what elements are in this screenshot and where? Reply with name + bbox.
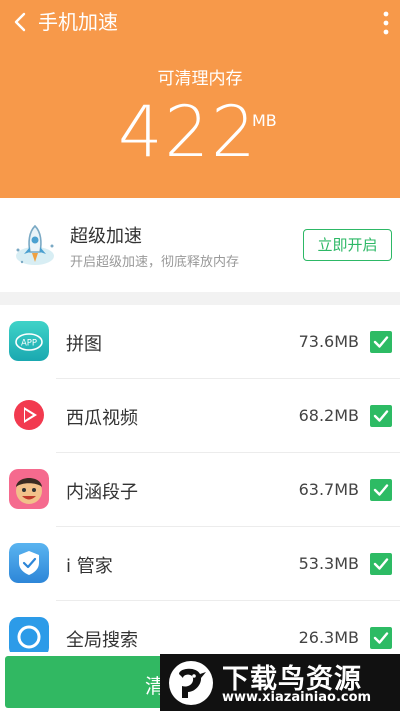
enable-boost-button[interactable]: 立即开启 <box>303 229 392 261</box>
app-name: i 管家 <box>66 556 113 577</box>
app-size: 63.7MB <box>298 480 359 499</box>
app-name: 拼图 <box>66 334 102 355</box>
memory-value: 422 <box>118 91 258 173</box>
watermark: 下载鸟资源 www.xiazainiao.com <box>160 654 400 711</box>
checkbox-checked-icon[interactable] <box>370 627 392 649</box>
app-list: APP 拼图 73.6MB 西瓜视频 68.2MB 内涵段子 63.7MB i … <box>0 305 400 711</box>
global-search-icon <box>9 617 49 657</box>
boost-description: 开启超级加速，彻底释放内存 <box>70 255 240 270</box>
bird-logo-icon <box>169 661 213 705</box>
memory-unit: MB <box>252 111 277 130</box>
checkbox-checked-icon[interactable] <box>370 553 392 575</box>
list-item[interactable]: 内涵段子 63.7MB <box>0 453 400 527</box>
app-name: 全局搜索 <box>66 630 138 651</box>
super-boost-card: 超级加速 开启超级加速，彻底释放内存 立即开启 <box>0 198 400 292</box>
list-item[interactable]: 西瓜视频 68.2MB <box>0 379 400 453</box>
watermark-url: www.xiazainiao.com <box>222 690 372 705</box>
app-size: 73.6MB <box>298 332 359 351</box>
shield-check-icon <box>9 543 49 583</box>
app-name: 内涵段子 <box>66 482 138 503</box>
list-item[interactable]: i 管家 53.3MB <box>0 527 400 601</box>
back-arrow-icon[interactable] <box>10 11 32 33</box>
more-menu-icon[interactable] <box>382 10 390 36</box>
rocket-icon <box>16 224 54 265</box>
app-size: 68.2MB <box>298 406 359 425</box>
checkbox-checked-icon[interactable] <box>370 405 392 427</box>
app-puzzle-icon: APP <box>9 321 49 361</box>
xigua-video-icon <box>9 395 49 435</box>
header: 手机加速 可清理内存 422 MB <box>0 0 400 198</box>
app-size: 53.3MB <box>298 554 359 573</box>
app-size: 26.3MB <box>298 628 359 647</box>
list-item[interactable]: APP 拼图 73.6MB <box>0 305 400 379</box>
memory-label: 可清理内存 <box>157 69 243 89</box>
page-title: 手机加速 <box>38 10 118 34</box>
checkbox-checked-icon[interactable] <box>370 479 392 501</box>
checkbox-checked-icon[interactable] <box>370 331 392 353</box>
boost-title: 超级加速 <box>70 226 142 247</box>
neihan-icon <box>9 469 49 509</box>
svg-text:APP: APP <box>21 339 37 349</box>
app-name: 西瓜视频 <box>66 408 138 429</box>
